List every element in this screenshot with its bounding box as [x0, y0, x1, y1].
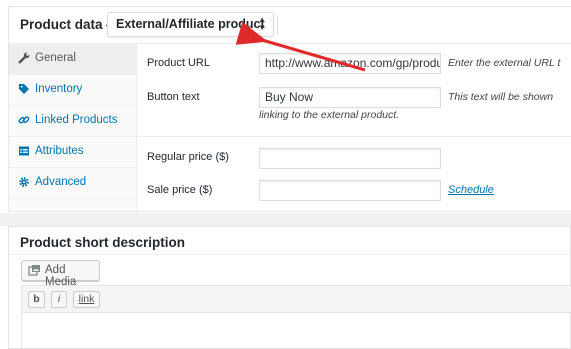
- tab-attributes-label: Attributes: [35, 145, 84, 157]
- italic-button[interactable]: i: [51, 291, 67, 308]
- short-description-divider: [9, 254, 571, 255]
- product-url-description: Enter the external URL t: [448, 57, 561, 69]
- sale-price-input[interactable]: [259, 180, 441, 201]
- button-text-description: This text will be shown: [448, 91, 554, 103]
- bold-button[interactable]: b: [28, 291, 45, 308]
- tab-advanced-label: Advanced: [35, 176, 87, 188]
- tab-inventory[interactable]: Inventory: [9, 75, 137, 106]
- gear-icon: [18, 176, 30, 188]
- link-button[interactable]: link: [73, 291, 100, 308]
- button-text-label: Button text: [147, 91, 200, 103]
- general-panel: Product URL http://www.amazon.com/gp/pro…: [137, 44, 571, 211]
- tab-inventory-label: Inventory: [35, 83, 83, 95]
- short-description-title: Product short description: [20, 235, 186, 250]
- product-url-label: Product URL: [147, 57, 210, 69]
- tab-attributes[interactable]: Attributes: [9, 137, 137, 168]
- tab-linked-products[interactable]: Linked Products: [9, 106, 137, 137]
- button-text-input[interactable]: Buy Now: [259, 87, 441, 108]
- tab-general-label: General: [35, 52, 76, 64]
- add-media-button[interactable]: Add Media: [21, 260, 100, 288]
- sale-price-label: Sale price ($): [147, 184, 213, 196]
- header-divider: [277, 16, 278, 35]
- tab-general[interactable]: General: [9, 44, 137, 75]
- table-icon: [18, 145, 30, 157]
- quicktags-toolbar: b i link: [22, 286, 571, 313]
- product-data-title: Product data —: [20, 17, 120, 32]
- short-description-metabox: Product short description Add Media b i …: [8, 226, 571, 349]
- select-arrows-icon: ▲ ▼: [258, 15, 266, 32]
- link-icon: [18, 114, 30, 126]
- screen: Product data — External/Affiliate produc…: [0, 0, 571, 349]
- metabox-gap: [0, 213, 571, 226]
- schedule-link[interactable]: Schedule: [448, 184, 494, 196]
- regular-price-input[interactable]: [259, 148, 441, 169]
- product-data-tabs: General Inventory Linked Products Attrib…: [9, 44, 137, 211]
- tab-advanced[interactable]: Advanced: [9, 168, 137, 199]
- wrench-icon: [18, 52, 30, 64]
- product-type-value: External/Affiliate product: [116, 17, 265, 31]
- panel-divider: [137, 136, 571, 137]
- tab-linked-products-label: Linked Products: [35, 114, 118, 126]
- regular-price-label: Regular price ($): [147, 151, 229, 163]
- product-data-header: Product data — External/Affiliate produc…: [9, 7, 571, 44]
- tag-icon: [18, 83, 30, 95]
- button-text-description-line2: linking to the external product.: [259, 109, 400, 121]
- media-icon: [28, 264, 41, 277]
- product-type-select[interactable]: External/Affiliate product ▲ ▼: [107, 12, 274, 37]
- product-url-input[interactable]: http://www.amazon.com/gp/product: [259, 53, 441, 74]
- short-description-editor[interactable]: b i link: [21, 285, 571, 349]
